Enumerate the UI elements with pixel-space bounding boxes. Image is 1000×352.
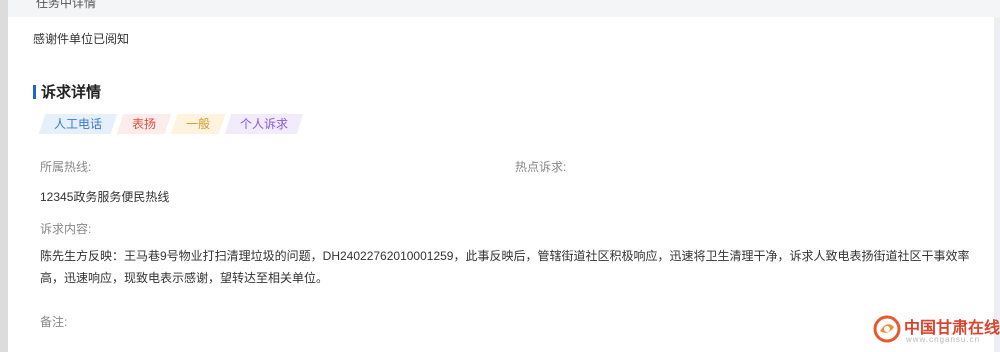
tag-type: 表扬 — [116, 114, 172, 134]
remark-label: 备注: — [40, 315, 68, 329]
tag-group: 人工电话 表扬 一般 个人诉求 — [38, 114, 304, 134]
tag-type-label: 表扬 — [132, 117, 157, 131]
watermark-url: www.cngansu.cn — [906, 335, 981, 344]
content-label: 诉求内容: — [40, 222, 92, 236]
tag-channel: 人工电话 — [38, 114, 118, 134]
hotline-value: 12345政务服务便民热线 — [40, 190, 170, 204]
watermark-logo-icon — [873, 315, 901, 343]
left-rail — [0, 0, 8, 352]
acknowledge-message: 感谢件单位已阅知 — [33, 32, 130, 46]
section-marker — [33, 85, 36, 99]
top-strip: 任务中详情 — [8, 0, 1000, 17]
tag-level: 一般 — [170, 114, 226, 134]
section-title: 诉求详情 — [41, 84, 102, 101]
site-watermark: 中国甘肃在线 www.cngansu.cn — [870, 310, 1000, 352]
hotline-label: 所属热线: — [40, 160, 92, 174]
tag-channel-label: 人工电话 — [54, 117, 103, 131]
tag-level-label: 一般 — [186, 117, 211, 131]
tag-category-label: 个人诉求 — [240, 117, 289, 131]
top-strip-title: 任务中详情 — [36, 0, 97, 10]
content-value: 陈先生方反映：王马巷9号物业打扫清理垃圾的问题，DH24022762010001… — [40, 249, 970, 285]
tag-category: 个人诉求 — [224, 114, 304, 134]
hotspot-label: 热点诉求: — [515, 160, 567, 174]
scrollbar[interactable] — [994, 17, 1000, 352]
